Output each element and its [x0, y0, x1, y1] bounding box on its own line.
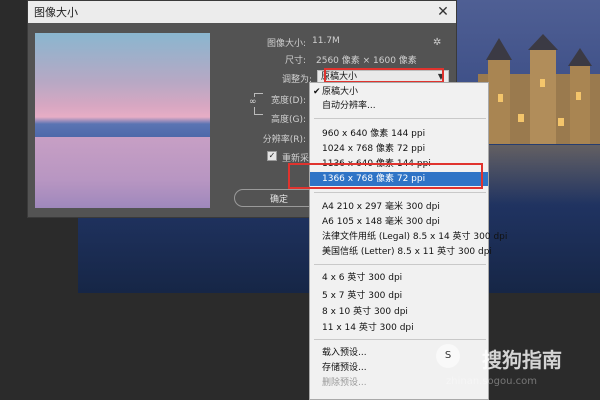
check-icon: ✔: [313, 87, 321, 97]
menu-item-1024x768[interactable]: 1024 x 768 像素 72 ppi: [310, 142, 488, 156]
castle-image: [478, 34, 600, 144]
menu-item-5x7[interactable]: 5 x 7 英寸 300 dpi: [310, 289, 488, 303]
menu-separator: [314, 339, 486, 340]
menu-item-letter[interactable]: 美国信纸 (Letter) 8.5 x 11 英寸 300 dpi: [310, 245, 492, 259]
preview-water: [35, 137, 210, 208]
dialog-title: 图像大小: [34, 6, 78, 19]
menu-item-auto-resolution[interactable]: 自动分辨率...: [310, 99, 488, 113]
image-size-value: 11.7M: [312, 36, 340, 46]
menu-separator: [314, 118, 486, 119]
resample-checkbox[interactable]: ✓: [267, 151, 277, 161]
image-size-label: 图像大小:: [266, 39, 306, 49]
menu-separator: [314, 264, 486, 265]
menu-item-8x10[interactable]: 8 x 10 英寸 300 dpi: [310, 305, 488, 319]
link-icon[interactable]: ∞: [249, 97, 257, 107]
width-label: 宽度(D):: [271, 96, 306, 106]
sogou-logo-icon: S: [436, 344, 460, 368]
menu-item-label: 原稿大小: [322, 87, 359, 97]
highlight-box-fit: [324, 68, 444, 83]
menu-item-960x640[interactable]: 960 x 640 像素 144 ppi: [310, 127, 488, 141]
ok-label: 确定: [269, 194, 288, 205]
close-icon[interactable]: ✕: [430, 1, 456, 23]
menu-item-11x14[interactable]: 11 x 14 英寸 300 dpi: [310, 321, 488, 335]
dialog-title-bar[interactable]: 图像大小 ✕: [28, 1, 456, 23]
image-preview[interactable]: [35, 33, 210, 208]
menu-item-4x6[interactable]: 4 x 6 英寸 300 dpi: [310, 271, 488, 285]
castle-reflection: [478, 145, 600, 205]
height-label: 高度(G):: [270, 115, 306, 125]
menu-item-a4[interactable]: A4 210 x 297 毫米 300 dpi: [310, 200, 488, 214]
menu-item-original-size[interactable]: ✔ 原稿大小: [310, 85, 488, 99]
watermark-url: zhinan.sogou.com: [446, 376, 538, 387]
watermark-text: 搜狗指南: [482, 348, 562, 372]
dimensions-value: 2560 像素 × 1600 像素: [316, 56, 417, 66]
menu-item-legal[interactable]: 法律文件用纸 (Legal) 8.5 x 14 英寸 300 dpi: [310, 230, 507, 244]
menu-item-a6[interactable]: A6 105 x 148 毫米 300 dpi: [310, 215, 488, 229]
gear-icon[interactable]: ✲: [433, 37, 441, 48]
watermark: S 搜狗指南: [436, 344, 596, 372]
menu-separator: [314, 192, 486, 193]
dimensions-label: 尺寸:: [284, 56, 306, 66]
fit-to-label: 调整为:: [281, 75, 312, 85]
highlight-box-selection: [288, 163, 483, 189]
resolution-label: 分辨率(R):: [262, 135, 306, 145]
